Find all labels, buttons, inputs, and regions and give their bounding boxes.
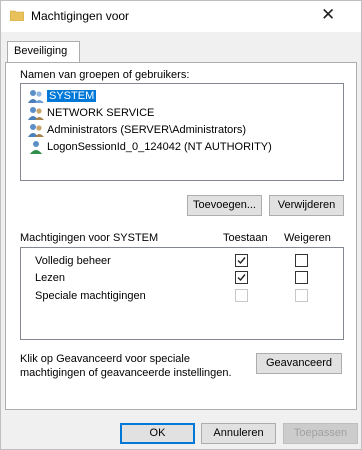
advanced-hint-line2: machtigingen of geavanceerde instellinge… bbox=[20, 367, 232, 379]
window-title: Machtigingen voor bbox=[31, 9, 130, 23]
checkmark-icon bbox=[237, 257, 246, 265]
tab-security[interactable]: Beveiliging bbox=[7, 41, 80, 63]
permissions-dialog: Machtigingen voor ✕ Beveiliging Namen va… bbox=[0, 0, 362, 450]
deny-special-checkbox bbox=[295, 289, 308, 302]
list-item[interactable]: Administrators (SERVER\Administrators) bbox=[21, 122, 343, 139]
close-icon[interactable]: ✕ bbox=[321, 5, 335, 25]
groups-label: Namen van groepen of gebruikers: bbox=[20, 69, 190, 81]
deny-full-control-checkbox[interactable] bbox=[295, 254, 308, 267]
apply-button: Toepassen bbox=[283, 423, 358, 444]
folder-icon bbox=[10, 10, 24, 21]
deny-read-checkbox[interactable] bbox=[295, 271, 308, 284]
list-item-label: Administrators (SERVER\Administrators) bbox=[47, 124, 247, 136]
users-group-icon bbox=[28, 90, 44, 103]
advanced-hint-line1: Klik op Geavanceerd voor speciale bbox=[20, 353, 190, 365]
cancel-button[interactable]: Annuleren bbox=[201, 423, 276, 444]
deny-column-header: Weigeren bbox=[284, 232, 331, 244]
permission-label-read: Lezen bbox=[35, 272, 65, 284]
allow-column-header: Toestaan bbox=[223, 232, 268, 244]
checkmark-icon bbox=[237, 274, 246, 282]
users-group-icon bbox=[28, 107, 44, 120]
list-item-label: NETWORK SERVICE bbox=[47, 107, 155, 119]
permissions-header: Machtigingen voor SYSTEM bbox=[20, 232, 159, 244]
remove-button[interactable]: Verwijderen bbox=[269, 195, 344, 216]
allow-read-checkbox[interactable] bbox=[235, 271, 248, 284]
add-button[interactable]: Toevoegen... bbox=[187, 195, 262, 216]
users-group-icon bbox=[28, 124, 44, 137]
groups-listbox[interactable]: SYSTEM NETWORK SERVICE Administrators (S… bbox=[20, 83, 344, 181]
allow-full-control-checkbox[interactable] bbox=[235, 254, 248, 267]
allow-special-checkbox bbox=[235, 289, 248, 302]
list-item[interactable]: SYSTEM bbox=[21, 88, 343, 105]
advanced-button[interactable]: Geavanceerd bbox=[256, 353, 342, 374]
list-item[interactable]: LogonSessionId_0_124042 (NT AUTHORITY) bbox=[21, 139, 343, 156]
title-bar[interactable]: Machtigingen voor ✕ bbox=[1, 1, 361, 32]
permission-label-special: Speciale machtigingen bbox=[35, 290, 146, 302]
user-session-icon bbox=[30, 141, 42, 154]
permission-label-full-control: Volledig beheer bbox=[35, 255, 111, 267]
permissions-grid: Volledig beheer Lezen Speciale machtigin… bbox=[20, 247, 344, 340]
list-item-label: LogonSessionId_0_124042 (NT AUTHORITY) bbox=[47, 141, 272, 153]
list-item-label: SYSTEM bbox=[47, 90, 97, 102]
list-item[interactable]: NETWORK SERVICE bbox=[21, 105, 343, 122]
ok-button[interactable]: OK bbox=[120, 423, 195, 444]
